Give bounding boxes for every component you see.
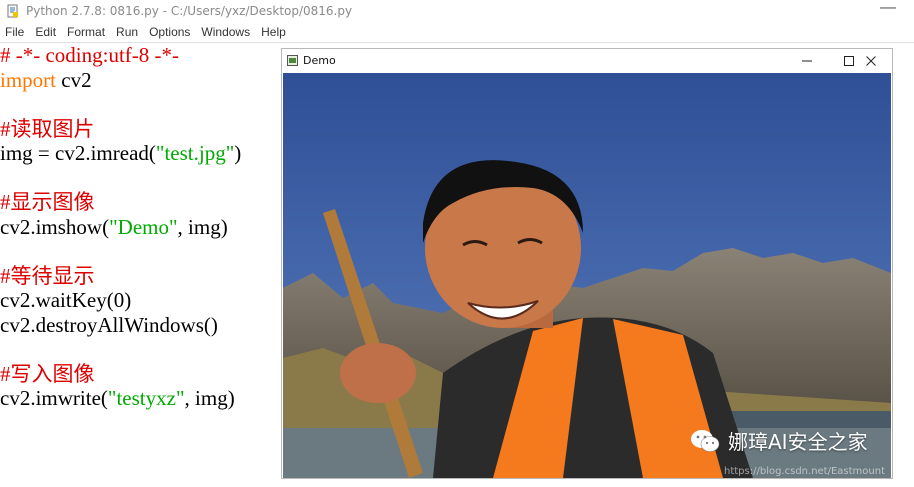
code-editor[interactable]: # -*- coding:utf-8 -*- import cv2 #读取图片 … (0, 43, 282, 487)
code-line: #等待显示 (0, 264, 282, 289)
demo-title-bar[interactable]: Demo (282, 49, 892, 72)
code-text: , img) (177, 214, 228, 239)
code-line: img = cv2.imread("test.jpg") (0, 141, 282, 166)
code-text: , img) (184, 386, 235, 410)
close-icon (866, 55, 876, 66)
url-watermark: https://blog.csdn.net/Eastmount (724, 466, 886, 477)
minimize-button[interactable]: — (880, 0, 896, 16)
menu-edit[interactable]: Edit (30, 25, 62, 39)
hand (340, 343, 416, 403)
watermark-label: 娜璋AI安全之家 (728, 430, 868, 454)
menu-bar: File Edit Format Run Options Windows Hel… (0, 22, 914, 43)
window-icon (287, 55, 298, 66)
menu-format[interactable]: Format (62, 25, 111, 39)
demo-window[interactable]: Demo (281, 48, 893, 479)
code-line: # -*- coding:utf-8 -*- (0, 43, 282, 68)
code-text: cv2 (56, 67, 92, 92)
keyword-text: import (0, 67, 56, 92)
watermark: 娜璋AI安全之家 (690, 426, 868, 455)
window-title: Python 2.7.8: 0816.py - C:/Users/yxz/Des… (26, 4, 353, 18)
wechat-icon (691, 429, 720, 452)
demo-title: Demo (303, 54, 336, 67)
string-text: "testyxz" (107, 386, 185, 410)
code-text: cv2.imshow( (0, 214, 110, 239)
string-text: "test.jpg" (155, 141, 235, 165)
close-button[interactable] (850, 49, 892, 72)
code-text: ) (234, 141, 242, 165)
comment-text: # -*- coding:utf-8 -*- (0, 43, 180, 67)
menu-windows[interactable]: Windows (196, 25, 256, 39)
idle-title-bar: Python 2.7.8: 0816.py - C:/Users/yxz/Des… (0, 0, 914, 22)
code-line: #读取图片 (0, 117, 282, 142)
comment-text: #读取图片 (0, 116, 95, 141)
code-text: cv2.destroyAllWindows() (0, 312, 218, 337)
code-line: cv2.imshow("Demo", img) (0, 215, 282, 240)
menu-run[interactable]: Run (111, 25, 144, 39)
code-line: cv2.imwrite("testyxz", img) (0, 386, 282, 411)
demo-image (283, 73, 891, 478)
code-line: import cv2 (0, 68, 282, 93)
code-line: #写入图像 (0, 362, 282, 387)
code-line: cv2.destroyAllWindows() (0, 313, 282, 338)
code-text: img = cv2.imread( (0, 141, 156, 165)
code-line: cv2.waitKey(0) (0, 288, 282, 313)
code-text: cv2.waitKey(0) (0, 288, 132, 312)
code-line: #显示图像 (0, 190, 282, 215)
comment-text: #写入图像 (0, 361, 95, 386)
photo-illustration (283, 73, 891, 478)
python-file-icon (7, 4, 18, 18)
string-text: "Demo" (109, 214, 178, 239)
comment-text: #显示图像 (0, 190, 95, 214)
menu-help[interactable]: Help (256, 25, 292, 39)
minimize-icon (802, 60, 812, 61)
minimize-button[interactable] (786, 49, 828, 72)
comment-text: #等待显示 (0, 263, 95, 288)
menu-options[interactable]: Options (144, 25, 196, 39)
code-text: cv2.imwrite( (0, 386, 108, 410)
menu-file[interactable]: File (0, 25, 30, 39)
